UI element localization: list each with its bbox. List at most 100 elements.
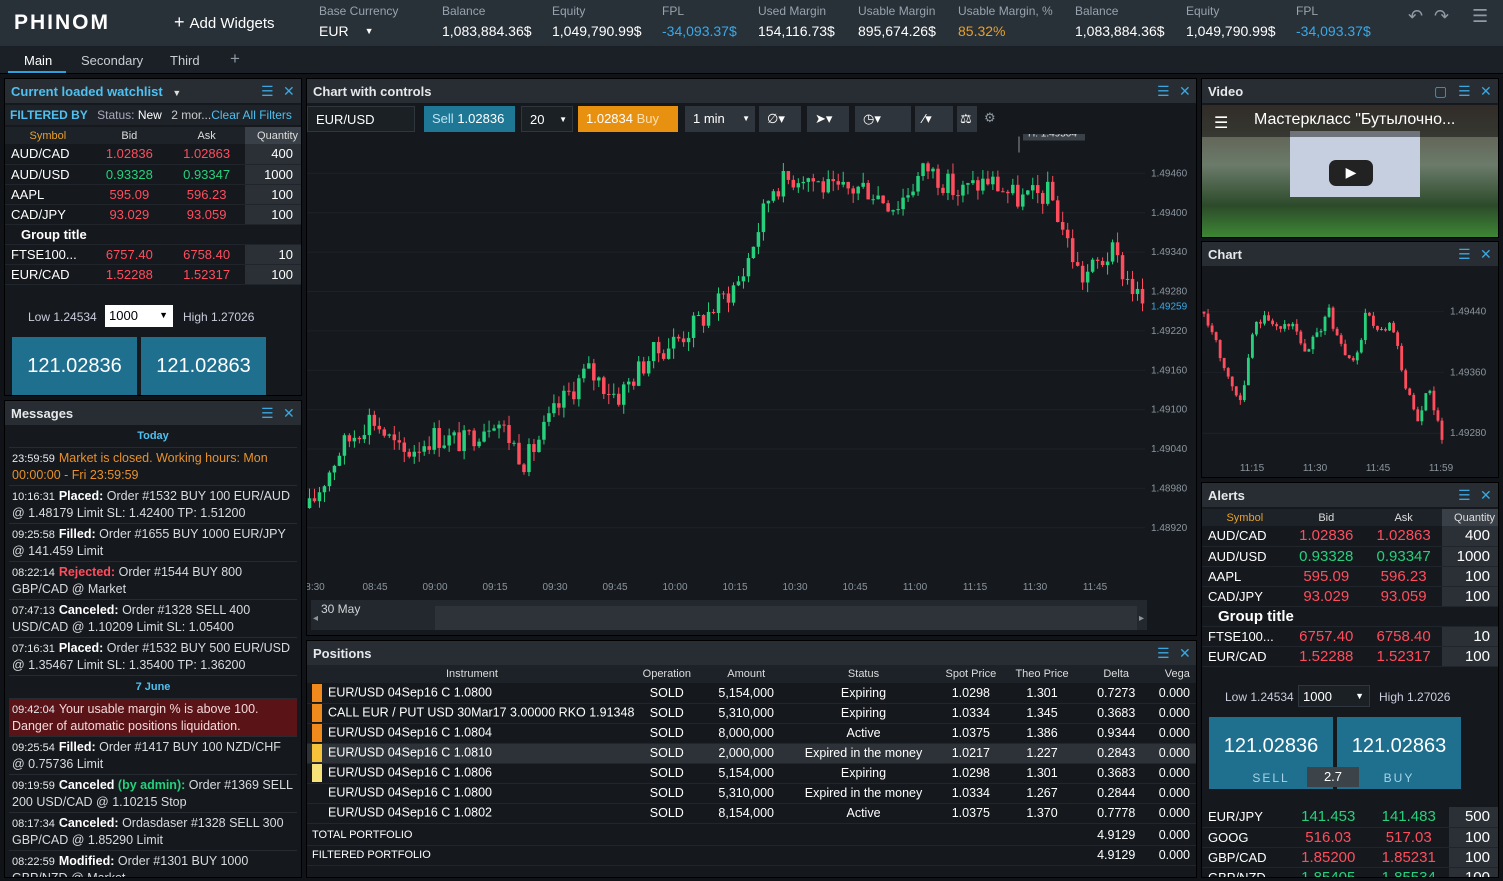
table-row[interactable]: AUD/CAD 1.02836 1.02863 400 bbox=[1202, 526, 1498, 547]
message-item[interactable]: 09:25:54 Filled: Order #1417 BUY 100 NZD/… bbox=[9, 737, 297, 775]
message-item[interactable]: 09:25:58 Filled: Order #1655 BUY 1000 EUR… bbox=[9, 524, 297, 562]
ask-cell[interactable]: 1.02863 bbox=[167, 144, 246, 165]
table-row[interactable]: EUR/USD 04Sep16 C 1.0804 SOLD 8,000,000 Act… bbox=[307, 723, 1196, 744]
table-row[interactable]: EUR/USD 04Sep16 C 1.0802 SOLD 8,154,000 Act… bbox=[307, 803, 1196, 824]
close-icon[interactable]: ✕ bbox=[283, 83, 295, 100]
bid-cell[interactable]: 1.85200 bbox=[1288, 847, 1369, 868]
bid-cell[interactable]: 6757.40 bbox=[1287, 626, 1365, 647]
video-thumbnail[interactable]: ☰ Мастеркласс "Бутылочно... ▶ bbox=[1202, 105, 1498, 237]
table-row[interactable]: CALL EUR / PUT USD 30Mar17 3.00000 RKO 1… bbox=[307, 703, 1196, 724]
column-header[interactable]: Symbol bbox=[5, 127, 91, 144]
clear-filters-link[interactable]: Clear All Filters bbox=[211, 108, 292, 122]
message-item[interactable]: 08:22:59 Modified: Order #1301 BUY 1000 G… bbox=[9, 851, 297, 877]
column-header[interactable]: Theo Price bbox=[1010, 665, 1074, 683]
ask-cell[interactable]: 596.23 bbox=[1364, 566, 1443, 587]
table-row[interactable]: GBP/CAD 1.85200 1.85231 100 bbox=[1202, 847, 1498, 868]
scroll-left-icon[interactable]: ◂ bbox=[313, 613, 318, 624]
add-tab-button[interactable]: + bbox=[230, 49, 240, 69]
bid-cell[interactable]: 0.93328 bbox=[1287, 546, 1365, 567]
settings-icon[interactable]: ⚙ bbox=[982, 106, 1002, 132]
panel-menu-icon[interactable]: ☰ bbox=[1157, 83, 1170, 100]
panel-menu-icon[interactable]: ☰ bbox=[261, 405, 274, 422]
amount-select[interactable]: 1000 ▼ bbox=[105, 305, 173, 327]
small-candlestick-chart[interactable]: 1.49440 1.49360 1.49280 11:15 11:30 11:45 11:5… bbox=[1202, 266, 1499, 478]
column-header[interactable]: Delta bbox=[1073, 665, 1159, 683]
group-row[interactable]: Group title bbox=[1202, 606, 1498, 627]
amount-select[interactable]: 20 ▼ bbox=[521, 106, 573, 132]
close-icon[interactable]: ✕ bbox=[283, 405, 295, 422]
table-row[interactable]: EUR/USD 04Sep16 C 1.0800 SOLD 5,154,000 Exp… bbox=[307, 683, 1196, 704]
table-row[interactable]: FTSE100... 6757.40 6758.40 10 bbox=[1202, 626, 1498, 647]
ask-cell[interactable]: 0.93347 bbox=[167, 164, 246, 185]
table-row[interactable]: EUR/USD 04Sep16 C 1.0800 SOLD 5,310,000 Exp… bbox=[307, 783, 1196, 804]
column-header[interactable]: Ask bbox=[167, 127, 246, 144]
bid-cell[interactable]: 1.02836 bbox=[90, 144, 168, 165]
bid-cell[interactable]: 1.02836 bbox=[1287, 526, 1365, 547]
bid-cell[interactable]: 1.85405 bbox=[1288, 867, 1369, 877]
sell-button[interactable]: 121.02836 bbox=[12, 337, 137, 395]
bid-cell[interactable]: 6757.40 bbox=[90, 244, 168, 265]
panel-menu-icon[interactable]: ☰ bbox=[1458, 246, 1471, 263]
ask-cell[interactable]: 596.23 bbox=[167, 184, 246, 205]
column-header[interactable]: Quantity bbox=[245, 127, 301, 144]
bid-cell[interactable]: 93.029 bbox=[90, 204, 168, 225]
video-camera-icon[interactable]: ▢ bbox=[1434, 83, 1447, 100]
base-currency[interactable]: Base Currency EUR ▼ bbox=[319, 4, 398, 42]
menu-icon[interactable]: ☰ bbox=[1472, 6, 1488, 27]
column-header[interactable]: Ask bbox=[1364, 509, 1443, 526]
column-header[interactable]: Bid bbox=[1287, 509, 1365, 526]
message-item[interactable]: 07:47:13 Canceled: Order #1328 SELL 400 U… bbox=[9, 600, 297, 638]
ask-cell[interactable]: 1.52317 bbox=[167, 264, 246, 285]
message-item[interactable]: 09:42:04 Your usable margin % is above 10… bbox=[9, 699, 297, 737]
table-row[interactable]: GOOG 516.03 517.03 100 bbox=[1202, 827, 1498, 848]
draw-line-icon[interactable]: ∕▾ bbox=[915, 106, 953, 132]
scroll-right-icon[interactable]: ▸ bbox=[1139, 613, 1144, 624]
ask-cell[interactable]: 6758.40 bbox=[1364, 626, 1443, 647]
column-header[interactable]: Spot Price bbox=[931, 665, 1011, 683]
ask-cell[interactable]: 93.059 bbox=[167, 204, 246, 225]
tab-main[interactable]: Main bbox=[24, 53, 52, 68]
table-row[interactable]: AAPL 595.09 596.23 100 bbox=[5, 184, 301, 205]
amount-select[interactable]: 1000 ▼ bbox=[1298, 685, 1370, 707]
table-row[interactable]: FTSE100... 6757.40 6758.40 10 bbox=[5, 244, 301, 265]
symbol-field[interactable]: EUR/USD bbox=[307, 106, 415, 132]
table-row[interactable]: EUR/USD 04Sep16 C 1.0810 SOLD 2,000,000 Exp… bbox=[307, 743, 1196, 764]
table-row[interactable]: AUD/CAD 1.02836 1.02863 400 bbox=[5, 144, 301, 165]
ask-cell[interactable]: 0.93347 bbox=[1364, 546, 1443, 567]
ask-cell[interactable]: 1.85534 bbox=[1368, 867, 1449, 877]
table-row[interactable]: AUD/USD 0.93328 0.93347 1000 bbox=[1202, 546, 1498, 567]
table-row[interactable]: CAD/JPY 93.029 93.059 100 bbox=[1202, 586, 1498, 607]
add-widgets-button[interactable]: + Add Widgets bbox=[174, 12, 275, 33]
close-icon[interactable]: ✕ bbox=[1480, 83, 1492, 100]
close-icon[interactable]: ✕ bbox=[1480, 246, 1492, 263]
column-header[interactable]: Bid bbox=[90, 127, 168, 144]
table-row[interactable]: EUR/USD 04Sep16 C 1.0806 SOLD 5,154,000 Exp… bbox=[307, 763, 1196, 784]
buy-button[interactable]: 121.02863 bbox=[141, 337, 266, 395]
redo-icon[interactable]: ↷ bbox=[1434, 6, 1449, 27]
column-header[interactable]: Amount bbox=[696, 665, 796, 683]
panel-menu-icon[interactable]: ☰ bbox=[261, 83, 274, 100]
ask-cell[interactable]: 1.52317 bbox=[1364, 646, 1443, 667]
cursor-icon[interactable]: ➤▾ bbox=[807, 106, 849, 132]
table-row[interactable]: EUR/JPY 141.453 141.483 500 bbox=[1202, 807, 1498, 828]
navigator-window[interactable] bbox=[435, 606, 1137, 630]
ask-cell[interactable]: 1.85231 bbox=[1368, 847, 1449, 868]
bid-cell[interactable]: 1.52288 bbox=[1287, 646, 1365, 667]
ask-cell[interactable]: 141.483 bbox=[1368, 807, 1449, 828]
group-row[interactable]: Group title bbox=[5, 224, 301, 245]
close-icon[interactable]: ✕ bbox=[1480, 487, 1492, 504]
interval-select[interactable]: 1 min ▼ bbox=[685, 106, 755, 132]
bid-cell[interactable]: 0.93328 bbox=[90, 164, 168, 185]
column-header[interactable]: Vega bbox=[1158, 665, 1196, 683]
tab-third[interactable]: Third bbox=[170, 53, 200, 68]
bid-cell[interactable]: 93.029 bbox=[1287, 586, 1365, 607]
table-row[interactable]: EUR/CAD 1.52288 1.52317 100 bbox=[1202, 646, 1498, 667]
panel-menu-icon[interactable]: ☰ bbox=[1458, 487, 1471, 504]
message-item[interactable]: 23:59:59 Market is closed. Working hours:… bbox=[9, 448, 297, 486]
message-item[interactable]: 09:19:59 Canceled (by admin): Order #1369… bbox=[9, 775, 297, 813]
table-row[interactable]: AAPL 595.09 596.23 100 bbox=[1202, 566, 1498, 587]
table-row[interactable]: GBP/NZD 1.85405 1.85534 100 bbox=[1202, 867, 1498, 877]
ask-cell[interactable]: 93.059 bbox=[1364, 586, 1443, 607]
table-row[interactable]: AUD/USD 0.93328 0.93347 1000 bbox=[5, 164, 301, 185]
ask-cell[interactable]: 6758.40 bbox=[167, 244, 246, 265]
